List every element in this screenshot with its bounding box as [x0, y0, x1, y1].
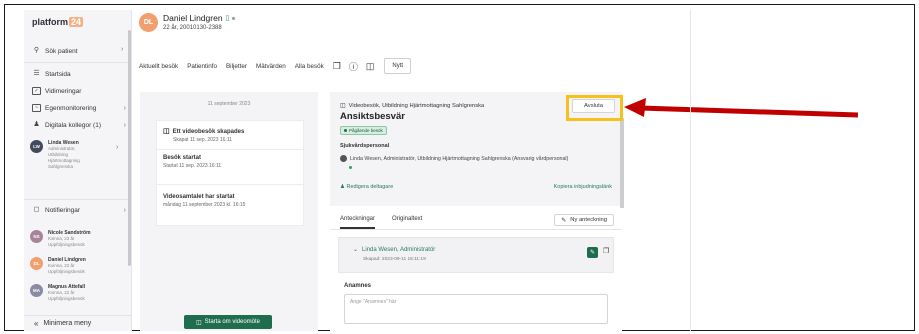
- annotation-arrow: [624, 98, 859, 118]
- sidebar-item-search[interactable]: ⚲ Sök patient: [24, 44, 131, 58]
- divider: [24, 199, 131, 200]
- sidebar-item-label: Vidimeringar: [45, 87, 82, 95]
- patient-list-item[interactable]: MA Magnus Attefall Kvinna, 22 år Uppfölj…: [30, 284, 85, 302]
- anamnes-input[interactable]: Ange "Anamnes" här: [344, 294, 608, 324]
- sidebar-item-egenmonitorering[interactable]: ~ Egenmonitorering ›: [24, 101, 131, 115]
- copy-icon[interactable]: ❐: [333, 61, 341, 72]
- tab-matvarden[interactable]: Mätvärden: [256, 63, 286, 70]
- id-card-icon[interactable]: ◫: [366, 61, 375, 72]
- current-user[interactable]: LW Linda Wesen Administratör, Utbildning…: [30, 140, 118, 170]
- video-icon: ◫: [195, 319, 202, 326]
- highlight-box: [566, 95, 623, 121]
- staff-member: Linda Wesen, Administratör, Utbildning H…: [340, 155, 568, 162]
- sidebar: platform 24 ⚲ Sök patient ☰ Startsida ✓ V…: [24, 10, 132, 331]
- chevron-right-icon: ›: [121, 46, 124, 53]
- visit-panel: ◫ Videobesök, Utbildning Hjärtmottagning…: [330, 92, 622, 331]
- staff-heading: Sjukvårdspersonal: [340, 143, 390, 149]
- tab-alla-besok[interactable]: Alla besök: [295, 63, 324, 70]
- copy-invite-link[interactable]: Kopiera inbjudningslänk: [554, 184, 612, 190]
- document-icon[interactable]: ▯: [226, 14, 230, 22]
- timeline-event: Videosamtalet har startat måndag 11 sept…: [163, 194, 246, 208]
- sidebar-item-label: Egenmonitorering: [45, 104, 97, 112]
- note-card: ⌄ Linda Wesen, Administratör Skapad: 202…: [338, 237, 614, 273]
- user-icon: [340, 155, 347, 162]
- status-dot: [232, 16, 236, 20]
- patient-avatar: DL: [139, 13, 158, 32]
- patient-details: 22 år, 20010130-2388: [163, 25, 222, 31]
- sidebar-item-label: Digitala kollegor (1): [45, 121, 101, 129]
- arrow-shaft: [639, 105, 859, 118]
- double-chevron-left-icon: «: [34, 319, 39, 328]
- anamnes-label: Anamnes: [344, 283, 372, 289]
- patient-list-item[interactable]: DL Daniel Lindgren Kvinna, 22 år Uppfölj…: [30, 257, 86, 275]
- copy-icon[interactable]: ❐: [603, 247, 609, 255]
- patient-tabs: Aktuellt besök Patientinfo Biljetter Mät…: [139, 58, 412, 74]
- edit-note-button[interactable]: ✎: [587, 247, 598, 258]
- visit-timeline: 11 september 2023 ◫ Ett videobesök skapad…: [140, 92, 318, 331]
- panel-scrollbar[interactable]: [620, 118, 624, 208]
- timeline-event: ◫ Ett videobesök skapades Skapat 11 sep. …: [163, 128, 245, 143]
- alert-circle-icon[interactable]: ⓘ: [349, 60, 358, 73]
- sidebar-item-label: Sök patient: [45, 47, 78, 55]
- sidebar-item-label: Notifieringar: [45, 206, 81, 214]
- tab-biljetter[interactable]: Biljetter: [226, 63, 247, 70]
- avatar: DL: [30, 257, 43, 270]
- chevron-right-icon: ›: [116, 144, 119, 151]
- search-icon: ⚲: [33, 47, 40, 54]
- divider: [24, 62, 131, 63]
- restart-video-button[interactable]: ◫ Starta om videomöte: [184, 315, 272, 329]
- sidebar-item-notifieringar[interactable]: ◻ Notifieringar ›: [24, 203, 131, 217]
- pencil-icon: ✎: [589, 250, 596, 256]
- patient-list-item[interactable]: NS Nicole Sandström Kvinna, 23 år Uppföl…: [30, 230, 91, 248]
- notes-tabs: Anteckningar Originaltext ✎ Ny antecknin…: [330, 210, 622, 230]
- check-square-icon: ✓: [32, 87, 41, 95]
- visit-title: Ansiktsbesvär: [340, 111, 405, 122]
- arrow-head: [624, 98, 646, 117]
- divider: [690, 10, 691, 331]
- avatar: MA: [30, 284, 43, 297]
- tab-aktuellt-besok[interactable]: Aktuellt besök: [139, 63, 178, 70]
- video-icon: ◫: [163, 128, 170, 135]
- bell-icon: ◻: [33, 206, 40, 213]
- minimize-menu-button[interactable]: « Minimera meny: [24, 315, 131, 331]
- timeline-date: 11 september 2023: [207, 101, 251, 107]
- people-icon: ♟: [33, 121, 40, 128]
- tab-patientinfo[interactable]: Patientinfo: [187, 63, 217, 70]
- sidebar-item-label: Startsida: [45, 70, 71, 78]
- chevron-right-icon: ›: [123, 121, 126, 129]
- visit-type: ◫ Videobesök, Utbildning Hjärtmottagning…: [340, 102, 485, 110]
- avatar: NS: [30, 230, 43, 243]
- status-badge: Pågående besök: [340, 126, 387, 135]
- new-button[interactable]: Nytt: [384, 58, 412, 74]
- list-icon: ☰: [33, 70, 40, 77]
- sidebar-item-startsida[interactable]: ☰ Startsida: [24, 67, 131, 81]
- chevron-right-icon: ›: [123, 104, 126, 112]
- note-author[interactable]: ⌄ Linda Wesen, Administratör: [353, 246, 435, 254]
- chevron-down-icon: ⌄: [353, 247, 359, 253]
- sidebar-scrollbar[interactable]: [128, 30, 131, 266]
- patient-name: Daniel Lindgren ▯: [163, 13, 236, 23]
- chevron-right-icon: ›: [123, 206, 126, 214]
- tab-anteckningar[interactable]: Anteckningar: [340, 216, 376, 229]
- online-indicator: [349, 166, 352, 169]
- edit-icon: ✎: [561, 217, 567, 224]
- sidebar-item-vidimeringar[interactable]: ✓ Vidimeringar: [24, 84, 131, 98]
- timeline-event: Besök startat Startat 11 sep. 2023 16:11: [163, 155, 222, 169]
- video-icon: ◫: [340, 103, 346, 109]
- logo: platform 24: [32, 17, 84, 27]
- timeline-card: ◫ Ett videobesök skapades Skapat 11 sep. …: [156, 120, 305, 226]
- monitor-icon: ~: [32, 104, 41, 112]
- avatar: LW: [30, 140, 43, 153]
- sidebar-item-digitala-kollegor[interactable]: ♟ Digitala kollegor (1) ›: [24, 118, 131, 132]
- new-note-button[interactable]: ✎ Ny anteckning: [554, 214, 614, 226]
- note-created: Skapad: 2023-09-11 16:11:19: [363, 257, 426, 262]
- tab-originaltext[interactable]: Originaltext: [392, 216, 422, 222]
- edit-participants-link[interactable]: ♟ Redigera deltagare: [340, 184, 393, 190]
